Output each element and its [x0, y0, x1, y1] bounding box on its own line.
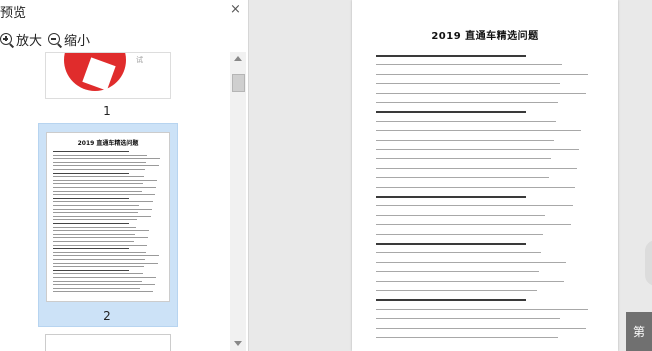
- text-line: [53, 215, 152, 217]
- text-line: [376, 196, 526, 198]
- thumbnail-panel: 预览 × 放大 缩小 试 1 2019 直通车精选问题 2: [0, 0, 249, 351]
- text-line: [53, 172, 129, 174]
- zoom-in-icon: [0, 33, 15, 48]
- zoom-out-label: 缩小: [64, 33, 91, 49]
- text-line: [376, 299, 526, 301]
- text-line: [376, 130, 582, 132]
- text-line: [376, 214, 546, 216]
- scroll-down-icon[interactable]: [234, 341, 242, 346]
- thumbnail-title: 2019 直通车精选问题: [77, 140, 139, 147]
- page-number-1: 1: [103, 104, 111, 118]
- text-line: [53, 241, 134, 242]
- panel-title: 预览: [0, 6, 27, 21]
- text-line: [376, 327, 586, 329]
- text-line: [376, 139, 554, 141]
- text-line: [53, 212, 139, 214]
- text-line: [53, 255, 159, 257]
- text-line: [53, 208, 153, 210]
- thumbnail-list: 试 1 2019 直通车精选问题 2: [0, 52, 230, 351]
- text-line: [376, 290, 537, 291]
- scroll-thumb[interactable]: [232, 74, 245, 92]
- text-line: [376, 158, 552, 160]
- text-line: [376, 167, 578, 169]
- text-line: [376, 318, 561, 320]
- text-line: [376, 271, 539, 273]
- zoom-toolbar: 放大 缩小: [0, 28, 240, 50]
- text-line: [376, 149, 580, 150]
- text-line: [53, 179, 157, 181]
- text-line: [53, 226, 137, 228]
- text-line: [53, 291, 154, 293]
- panel-header: 预览 ×: [0, 0, 248, 22]
- zoom-in-button[interactable]: 放大: [0, 28, 42, 50]
- text-line: [53, 273, 143, 275]
- text-line: [53, 219, 138, 221]
- document-page: 2019 直通车精选问题: [352, 0, 618, 351]
- thumbnail-scrollbar[interactable]: [230, 52, 246, 351]
- text-line: [376, 224, 571, 226]
- text-line: [376, 243, 526, 245]
- text-line: [376, 92, 586, 94]
- close-icon[interactable]: ×: [230, 2, 241, 17]
- zoom-out-icon: [48, 33, 63, 48]
- text-line: [376, 102, 558, 103]
- text-line: [376, 308, 588, 310]
- text-line: [376, 252, 541, 254]
- text-line: [376, 205, 573, 207]
- cover-logo: 试: [136, 56, 143, 64]
- text-line: [376, 280, 565, 282]
- scroll-up-icon[interactable]: [234, 56, 242, 61]
- zoom-out-button[interactable]: 缩小: [48, 28, 90, 50]
- side-tab[interactable]: 第: [626, 312, 652, 351]
- text-line: [376, 233, 543, 235]
- text-line: [376, 120, 556, 122]
- text-line: [376, 64, 563, 66]
- text-line: [53, 287, 141, 289]
- text-line: [376, 337, 558, 338]
- text-line: [53, 266, 144, 268]
- text-line: [53, 223, 129, 225]
- text-line: [53, 176, 144, 178]
- text-line: [53, 248, 129, 250]
- text-line: [53, 237, 149, 239]
- text-line: [53, 230, 150, 232]
- text-line: [53, 277, 156, 278]
- text-line: [376, 55, 526, 57]
- page-thumbnail-2[interactable]: 2019 直通车精选问题: [46, 132, 170, 302]
- text-line: [53, 190, 142, 192]
- text-line: [376, 186, 576, 188]
- text-line: [53, 280, 142, 282]
- text-line: [376, 261, 567, 263]
- text-line: [53, 187, 156, 188]
- page-thumbnail-3[interactable]: [45, 334, 171, 351]
- text-line: [53, 161, 146, 163]
- text-line: [376, 111, 526, 113]
- text-line: [53, 251, 146, 253]
- text-line: [53, 269, 129, 272]
- text-line: [53, 244, 147, 246]
- text-line: [53, 259, 145, 260]
- text-line: [53, 201, 154, 203]
- text-line: [53, 205, 140, 206]
- page-number-2: 2: [103, 309, 111, 323]
- text-line: [53, 233, 136, 235]
- text-line: [53, 197, 129, 200]
- text-line: [376, 177, 550, 179]
- text-line: [53, 284, 155, 286]
- text-line: [53, 151, 129, 153]
- text-line: [376, 73, 588, 75]
- text-line: [53, 262, 158, 264]
- document-title: 2019 直通车精选问题: [431, 31, 539, 42]
- text-line: [53, 158, 160, 160]
- zoom-in-label: 放大: [16, 33, 43, 49]
- text-line: [53, 194, 155, 196]
- text-line: [53, 183, 143, 185]
- text-line: [376, 83, 561, 85]
- page-thumbnail-1[interactable]: 试: [45, 52, 171, 99]
- text-line: [53, 169, 145, 170]
- text-line: [53, 154, 147, 156]
- side-handle[interactable]: [645, 240, 652, 286]
- text-line: [53, 165, 159, 167]
